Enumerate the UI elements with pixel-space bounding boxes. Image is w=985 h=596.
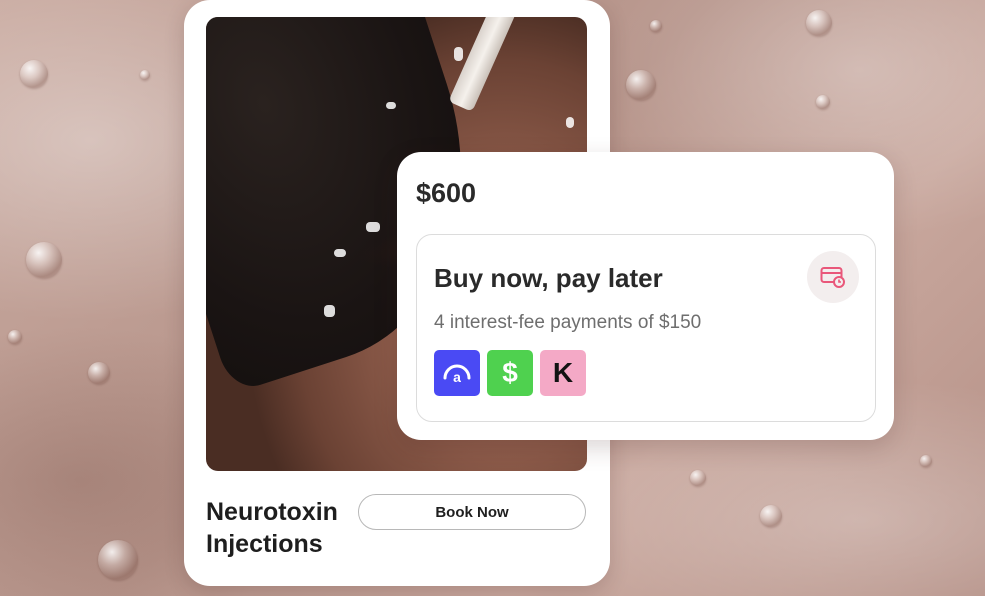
bubble xyxy=(806,10,832,36)
bnpl-title: Buy now, pay later xyxy=(434,263,663,293)
photo-dot xyxy=(334,249,346,257)
bubble xyxy=(140,70,150,80)
bubble xyxy=(98,540,138,580)
payment-card: $600 Buy now, pay later 4 interest-fee p… xyxy=(397,152,894,440)
affirm-icon[interactable]: a xyxy=(434,350,480,396)
bubble xyxy=(88,362,110,384)
payment-providers: a $ K xyxy=(434,350,586,396)
bnpl-option[interactable]: Buy now, pay later 4 interest-fee paymen… xyxy=(416,234,876,422)
bubble xyxy=(816,95,830,109)
photo-dot xyxy=(566,117,574,128)
book-now-button[interactable]: Book Now xyxy=(358,494,586,530)
bubble xyxy=(20,60,48,88)
photo-dot xyxy=(454,47,463,61)
bubble xyxy=(626,70,656,100)
bubble xyxy=(690,470,706,486)
photo-dot xyxy=(386,102,396,109)
bubble xyxy=(920,455,932,467)
product-name: Neurotoxin Injections xyxy=(206,498,338,558)
photo-dot xyxy=(366,222,380,232)
photo-syringe xyxy=(448,17,521,112)
bnpl-subtitle: 4 interest-fee payments of $150 xyxy=(434,312,702,333)
klarna-icon[interactable]: K xyxy=(540,350,586,396)
bubble xyxy=(650,20,662,32)
credit-card-clock-icon xyxy=(807,251,859,303)
bubble xyxy=(760,505,782,527)
price: $600 xyxy=(416,178,477,208)
photo-dot xyxy=(324,305,335,317)
cash-app-icon[interactable]: $ xyxy=(487,350,533,396)
svg-text:a: a xyxy=(453,369,461,385)
bubble xyxy=(8,330,22,344)
bubble xyxy=(26,242,62,278)
